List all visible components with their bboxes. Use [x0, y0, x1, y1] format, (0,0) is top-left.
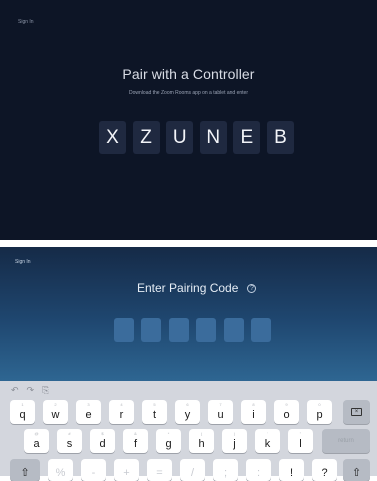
key-j[interactable]: ) j	[222, 429, 247, 453]
paste-icon[interactable]: ⎘	[42, 385, 49, 396]
redo-icon[interactable]: ↷	[27, 385, 35, 396]
sign-in-link[interactable]: Sign In	[15, 259, 31, 265]
code-char: N	[199, 121, 227, 154]
key-plus[interactable]: +	[114, 459, 139, 481]
shift-key-left[interactable]: ⇧	[10, 459, 40, 481]
key-e[interactable]: 3e	[76, 400, 101, 424]
pairing-code-input[interactable]	[114, 318, 271, 342]
key-o[interactable]: 9o	[274, 400, 299, 424]
code-input-box[interactable]	[168, 318, 189, 342]
code-char: X	[99, 121, 126, 154]
shift-icon: ⇧	[351, 467, 362, 479]
key-percent[interactable]: %	[48, 459, 73, 481]
shift-key-right[interactable]: ⇧	[343, 459, 370, 481]
key-slash[interactable]: /	[180, 459, 205, 481]
key-f[interactable]: & f	[123, 429, 148, 453]
delete-key[interactable]: ×	[343, 400, 370, 424]
key-t[interactable]: 5t	[142, 400, 167, 424]
pairing-entry-area: Sign In Enter Pairing Code ?	[0, 247, 377, 381]
code-input-box[interactable]	[250, 318, 271, 342]
key-k[interactable]: ' k	[255, 429, 280, 453]
code-char: U	[166, 121, 194, 154]
key-d[interactable]: $ d	[90, 429, 115, 453]
key-u[interactable]: 7u	[208, 400, 233, 424]
pair-subtitle: Download the Zoom Rooms app on a tablet …	[129, 90, 248, 96]
key-s[interactable]: # s	[57, 429, 82, 453]
code-input-box[interactable]	[196, 318, 217, 342]
code-input-box[interactable]	[141, 318, 162, 342]
key-r[interactable]: 4r	[109, 400, 134, 424]
delete-icon: ×	[351, 408, 362, 416]
key-y[interactable]: 6y	[175, 400, 200, 424]
key-exclamation[interactable]: !	[279, 459, 304, 481]
pairing-display-screen: Sign In Pair with a Controller Download …	[0, 0, 377, 240]
key-q[interactable]: 1q	[10, 400, 35, 424]
enter-pairing-label: Enter Pairing Code	[137, 281, 239, 295]
keyboard-toolbar: ↶ ↷ ⎘	[11, 385, 49, 396]
key-i[interactable]: 8i	[241, 400, 266, 424]
key-p[interactable]: 0p	[307, 400, 332, 424]
pairing-code-display: X Z U N E B	[99, 121, 294, 154]
key-question[interactable]: ?	[312, 459, 337, 481]
controller-screen: Sign In Enter Pairing Code ? ↶ ↷ ⎘ 1q 2w…	[0, 247, 377, 481]
code-char: Z	[132, 121, 160, 154]
code-char: B	[266, 121, 294, 154]
onscreen-keyboard: ↶ ↷ ⎘ 1q 2w 3e 4r 5t 6y 7u 8i 9o 0p × @ a…	[0, 381, 377, 481]
code-input-box[interactable]	[223, 318, 244, 342]
enter-pairing-title: Enter Pairing Code ?	[137, 281, 257, 295]
code-char: E	[233, 121, 261, 154]
shift-icon: ⇧	[20, 467, 30, 479]
key-g[interactable]: * g	[156, 429, 181, 453]
key-w[interactable]: 2w	[43, 400, 68, 424]
return-key[interactable]: return	[322, 429, 370, 453]
pair-title: Pair with a Controller	[122, 66, 255, 82]
key-colon[interactable]: :	[246, 459, 271, 481]
key-h[interactable]: (h	[189, 429, 214, 453]
help-icon[interactable]: ?	[247, 283, 257, 293]
key-semicolon[interactable]: ;	[213, 459, 238, 481]
key-l[interactable]: " l	[288, 429, 313, 453]
key-a[interactable]: @ a	[24, 429, 49, 453]
undo-icon[interactable]: ↶	[11, 385, 19, 396]
key-equals[interactable]: =	[147, 459, 172, 481]
code-input-box[interactable]	[114, 318, 134, 342]
screen-divider	[0, 240, 377, 247]
sign-in-link[interactable]: Sign In	[18, 19, 34, 25]
key-minus[interactable]: -	[81, 459, 106, 481]
